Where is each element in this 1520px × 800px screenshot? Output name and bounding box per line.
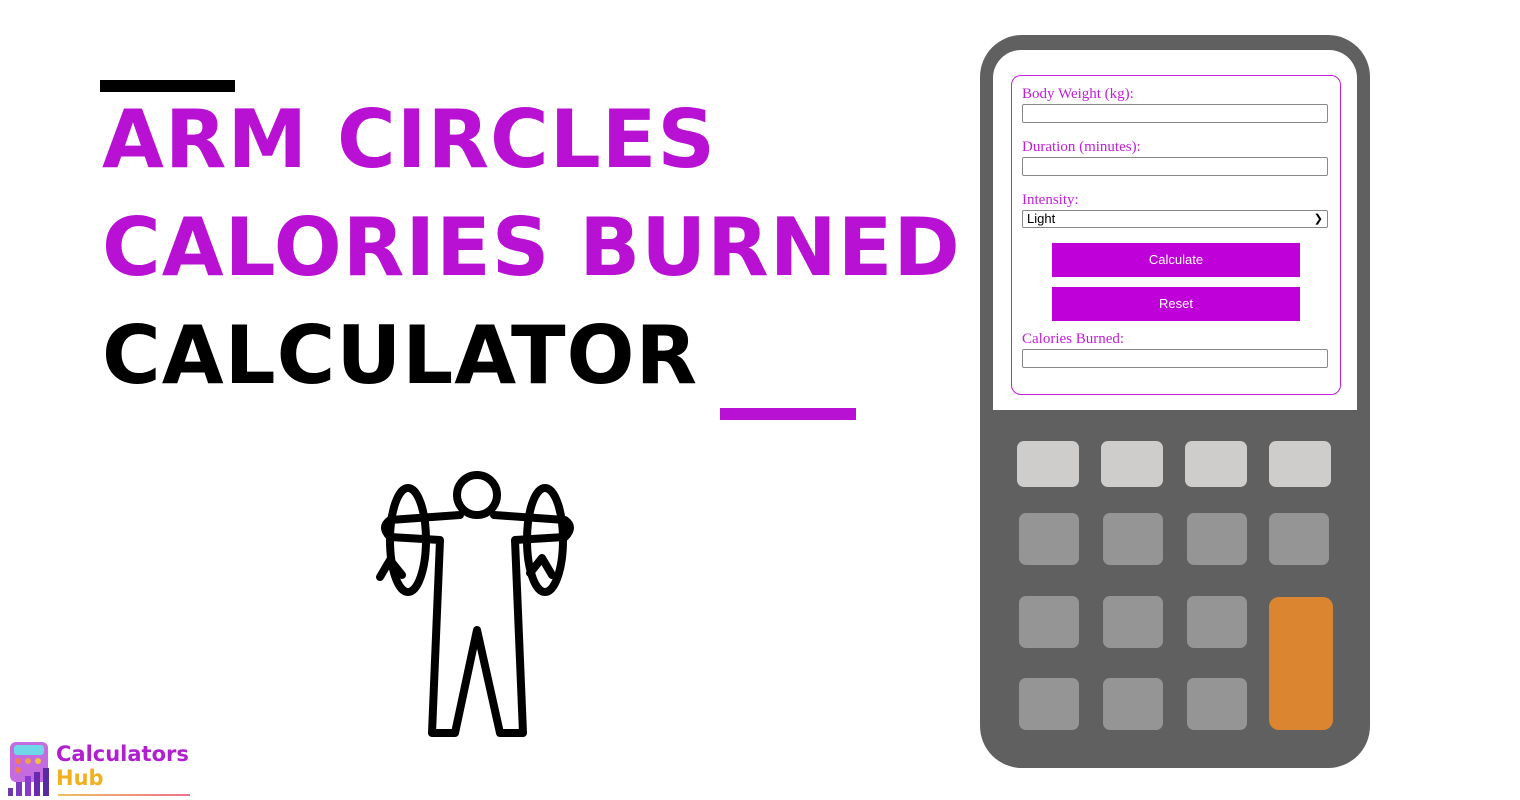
calculator-key	[1187, 678, 1247, 730]
logo-calculator-icon	[8, 742, 49, 796]
decorative-bar-top	[100, 80, 235, 92]
calculator-key	[1103, 513, 1163, 565]
calculator-key	[1185, 441, 1247, 487]
weight-input[interactable]	[1022, 104, 1328, 123]
calculator-key	[1187, 596, 1247, 648]
title-line-1: ARM CIRCLES	[102, 93, 717, 186]
intensity-selected-value: Light	[1027, 211, 1056, 226]
duration-input[interactable]	[1022, 157, 1328, 176]
calorie-form: Body Weight (kg): Duration (minutes): In…	[1011, 75, 1341, 395]
calculator-key	[1019, 513, 1079, 565]
decorative-bar-bottom	[720, 408, 856, 420]
calculator-key	[1187, 513, 1247, 565]
result-output	[1022, 349, 1328, 368]
logo-underline	[58, 794, 190, 796]
arm-circles-person-icon	[376, 471, 574, 737]
reset-button[interactable]: Reset	[1052, 287, 1300, 321]
calculator-key-equals	[1269, 597, 1333, 730]
intensity-select[interactable]: Light ❯	[1022, 210, 1328, 228]
weight-label: Body Weight (kg):	[1022, 86, 1134, 102]
logo-text-calculators: Calculators	[56, 742, 189, 766]
calculator-body: Body Weight (kg): Duration (minutes): In…	[980, 35, 1370, 768]
intensity-label: Intensity:	[1022, 192, 1079, 208]
chevron-down-icon: ❯	[1313, 213, 1323, 225]
calculator-key	[1103, 678, 1163, 730]
logo-text-hub: Hub	[56, 766, 104, 790]
calculator-key	[1019, 596, 1079, 648]
calculator-screen: Body Weight (kg): Duration (minutes): In…	[993, 50, 1357, 410]
calculator-key	[1017, 441, 1079, 487]
title-line-3: CALCULATOR	[102, 309, 699, 402]
title-line-2: CALORIES BURNED	[102, 201, 961, 294]
calculator-key	[1019, 678, 1079, 730]
calculator-key	[1101, 441, 1163, 487]
calculator-key	[1269, 441, 1331, 487]
calculate-button[interactable]: Calculate	[1052, 243, 1300, 277]
duration-label: Duration (minutes):	[1022, 139, 1141, 155]
calculator-key	[1103, 596, 1163, 648]
calculator-key	[1269, 513, 1329, 565]
result-label: Calories Burned:	[1022, 331, 1125, 347]
